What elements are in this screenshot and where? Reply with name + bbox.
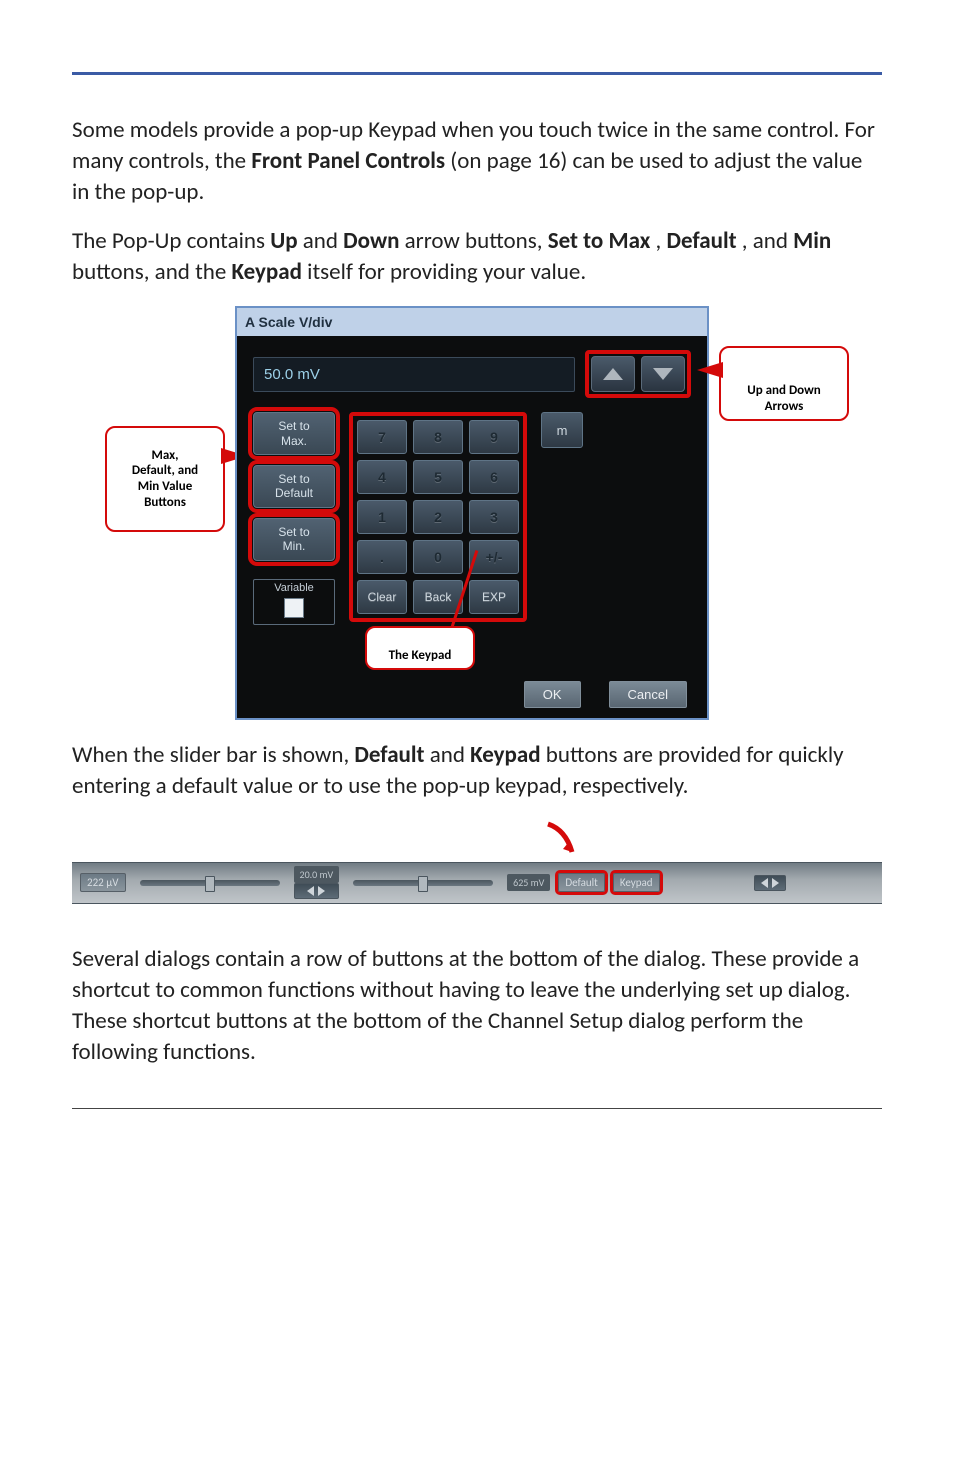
key-8[interactable]: 8 bbox=[413, 420, 463, 454]
text: When the slider bar is shown, bbox=[72, 741, 354, 769]
text-bold: Default bbox=[354, 741, 424, 769]
text-bold: Default bbox=[666, 227, 736, 255]
paragraph-3: When the slider bar is shown, Default an… bbox=[72, 740, 882, 802]
key-9[interactable]: 9 bbox=[469, 420, 519, 454]
key-7[interactable]: 7 bbox=[357, 420, 407, 454]
key-6[interactable]: 6 bbox=[469, 460, 519, 494]
text: arrow buttons, bbox=[405, 227, 548, 255]
chevron-up-icon bbox=[603, 368, 623, 380]
chevron-down-icon bbox=[653, 368, 673, 380]
text: , bbox=[656, 227, 667, 255]
callout-keypad: The Keypad bbox=[365, 626, 475, 669]
text: and bbox=[303, 227, 343, 255]
arrow-buttons-group bbox=[585, 350, 691, 398]
dialog-title: A Scale V/div bbox=[237, 308, 707, 336]
key-0[interactable]: 0 bbox=[413, 540, 463, 574]
keypad: 7 8 9 4 5 6 1 2 3 . 0 +/- Clear bbox=[349, 412, 527, 622]
chevron-right-icon bbox=[318, 886, 325, 896]
key-5[interactable]: 5 bbox=[413, 460, 463, 494]
key-3[interactable]: 3 bbox=[469, 500, 519, 534]
figure-slider-bar: 222 µV 20.0 mV 625 mV Default Keypad bbox=[72, 820, 882, 904]
chevron-left-icon bbox=[307, 886, 314, 896]
up-arrow-button[interactable] bbox=[591, 356, 635, 392]
text-bold: Keypad bbox=[470, 741, 540, 769]
red-arrow-icon bbox=[542, 820, 582, 860]
slider-default-button[interactable]: Default bbox=[558, 873, 605, 892]
callout-text: The Keypad bbox=[389, 648, 452, 663]
text: itself for providing your value. bbox=[307, 258, 586, 286]
callout-up-down-arrows: Up and Down Arrows bbox=[719, 346, 849, 420]
cancel-button[interactable]: Cancel bbox=[609, 681, 687, 708]
text-bold: Up bbox=[270, 227, 297, 255]
key-clear[interactable]: Clear bbox=[357, 580, 407, 614]
value-display[interactable]: 50.0 mV bbox=[253, 357, 575, 392]
slider-value-2: 625 mV bbox=[507, 874, 550, 891]
dialog-wrapper: A Scale V/div 50.0 mV Set to Max. Set to… bbox=[235, 306, 709, 719]
slider-bar: 222 µV 20.0 mV 625 mV Default Keypad bbox=[72, 862, 882, 904]
chevron-right-icon bbox=[772, 878, 779, 888]
key-dot[interactable]: . bbox=[357, 540, 407, 574]
set-to-max-button[interactable]: Set to Max. bbox=[253, 412, 335, 455]
text-bold: Set to Max bbox=[548, 227, 651, 255]
slider-keypad-button[interactable]: Keypad bbox=[613, 873, 660, 892]
chevron-left-icon bbox=[761, 878, 768, 888]
set-to-default-button[interactable]: Set to Default bbox=[253, 465, 335, 508]
text-bold: Down bbox=[343, 227, 399, 255]
key-2[interactable]: 2 bbox=[413, 500, 463, 534]
text: The Pop-Up contains bbox=[72, 227, 270, 255]
text-bold: Min bbox=[793, 227, 831, 255]
key-exp[interactable]: EXP bbox=[469, 580, 519, 614]
down-arrow-button[interactable] bbox=[641, 356, 685, 392]
paragraph-1: Some models provide a pop-up Keypad when… bbox=[72, 115, 882, 208]
slider-min-chip[interactable]: 222 µV bbox=[80, 873, 126, 892]
key-1[interactable]: 1 bbox=[357, 500, 407, 534]
text: buttons, and the bbox=[72, 258, 232, 286]
slider-stepper-2[interactable] bbox=[754, 875, 786, 891]
variable-toggle[interactable]: Variable bbox=[253, 579, 335, 625]
key-4[interactable]: 4 bbox=[357, 460, 407, 494]
slider-track-1[interactable] bbox=[140, 880, 280, 886]
paragraph-2: The Pop-Up contains Up and Down arrow bu… bbox=[72, 226, 882, 288]
unit-m-button[interactable]: m bbox=[541, 412, 583, 448]
slider-stepper-1[interactable] bbox=[294, 883, 340, 899]
bottom-divider bbox=[72, 1108, 882, 1109]
callout-text: Up and Down Arrows bbox=[747, 383, 821, 414]
top-divider bbox=[72, 72, 882, 75]
slider-track-2[interactable] bbox=[353, 880, 493, 886]
text-bold: Front Panel Controls bbox=[251, 147, 445, 175]
paragraph-4: Several dialogs contain a row of buttons… bbox=[72, 944, 882, 1068]
key-plus-minus[interactable]: +/- bbox=[469, 540, 519, 574]
callout-pointer bbox=[697, 362, 723, 378]
text: , and bbox=[742, 227, 793, 255]
callout-min-default-max: Max, Default, and Min Value Buttons bbox=[105, 426, 225, 532]
callout-text: Max, Default, and Min Value Buttons bbox=[132, 448, 198, 510]
text-bold: Keypad bbox=[232, 258, 302, 286]
slider-value-1: 20.0 mV bbox=[294, 866, 340, 883]
variable-label: Variable bbox=[274, 582, 314, 594]
text: and bbox=[430, 741, 470, 769]
ok-button[interactable]: OK bbox=[524, 681, 581, 708]
figure-keypad-dialog: Max, Default, and Min Value Buttons A Sc… bbox=[72, 306, 882, 719]
set-to-min-button[interactable]: Set to Min. bbox=[253, 518, 335, 561]
variable-checkbox[interactable] bbox=[284, 598, 304, 618]
